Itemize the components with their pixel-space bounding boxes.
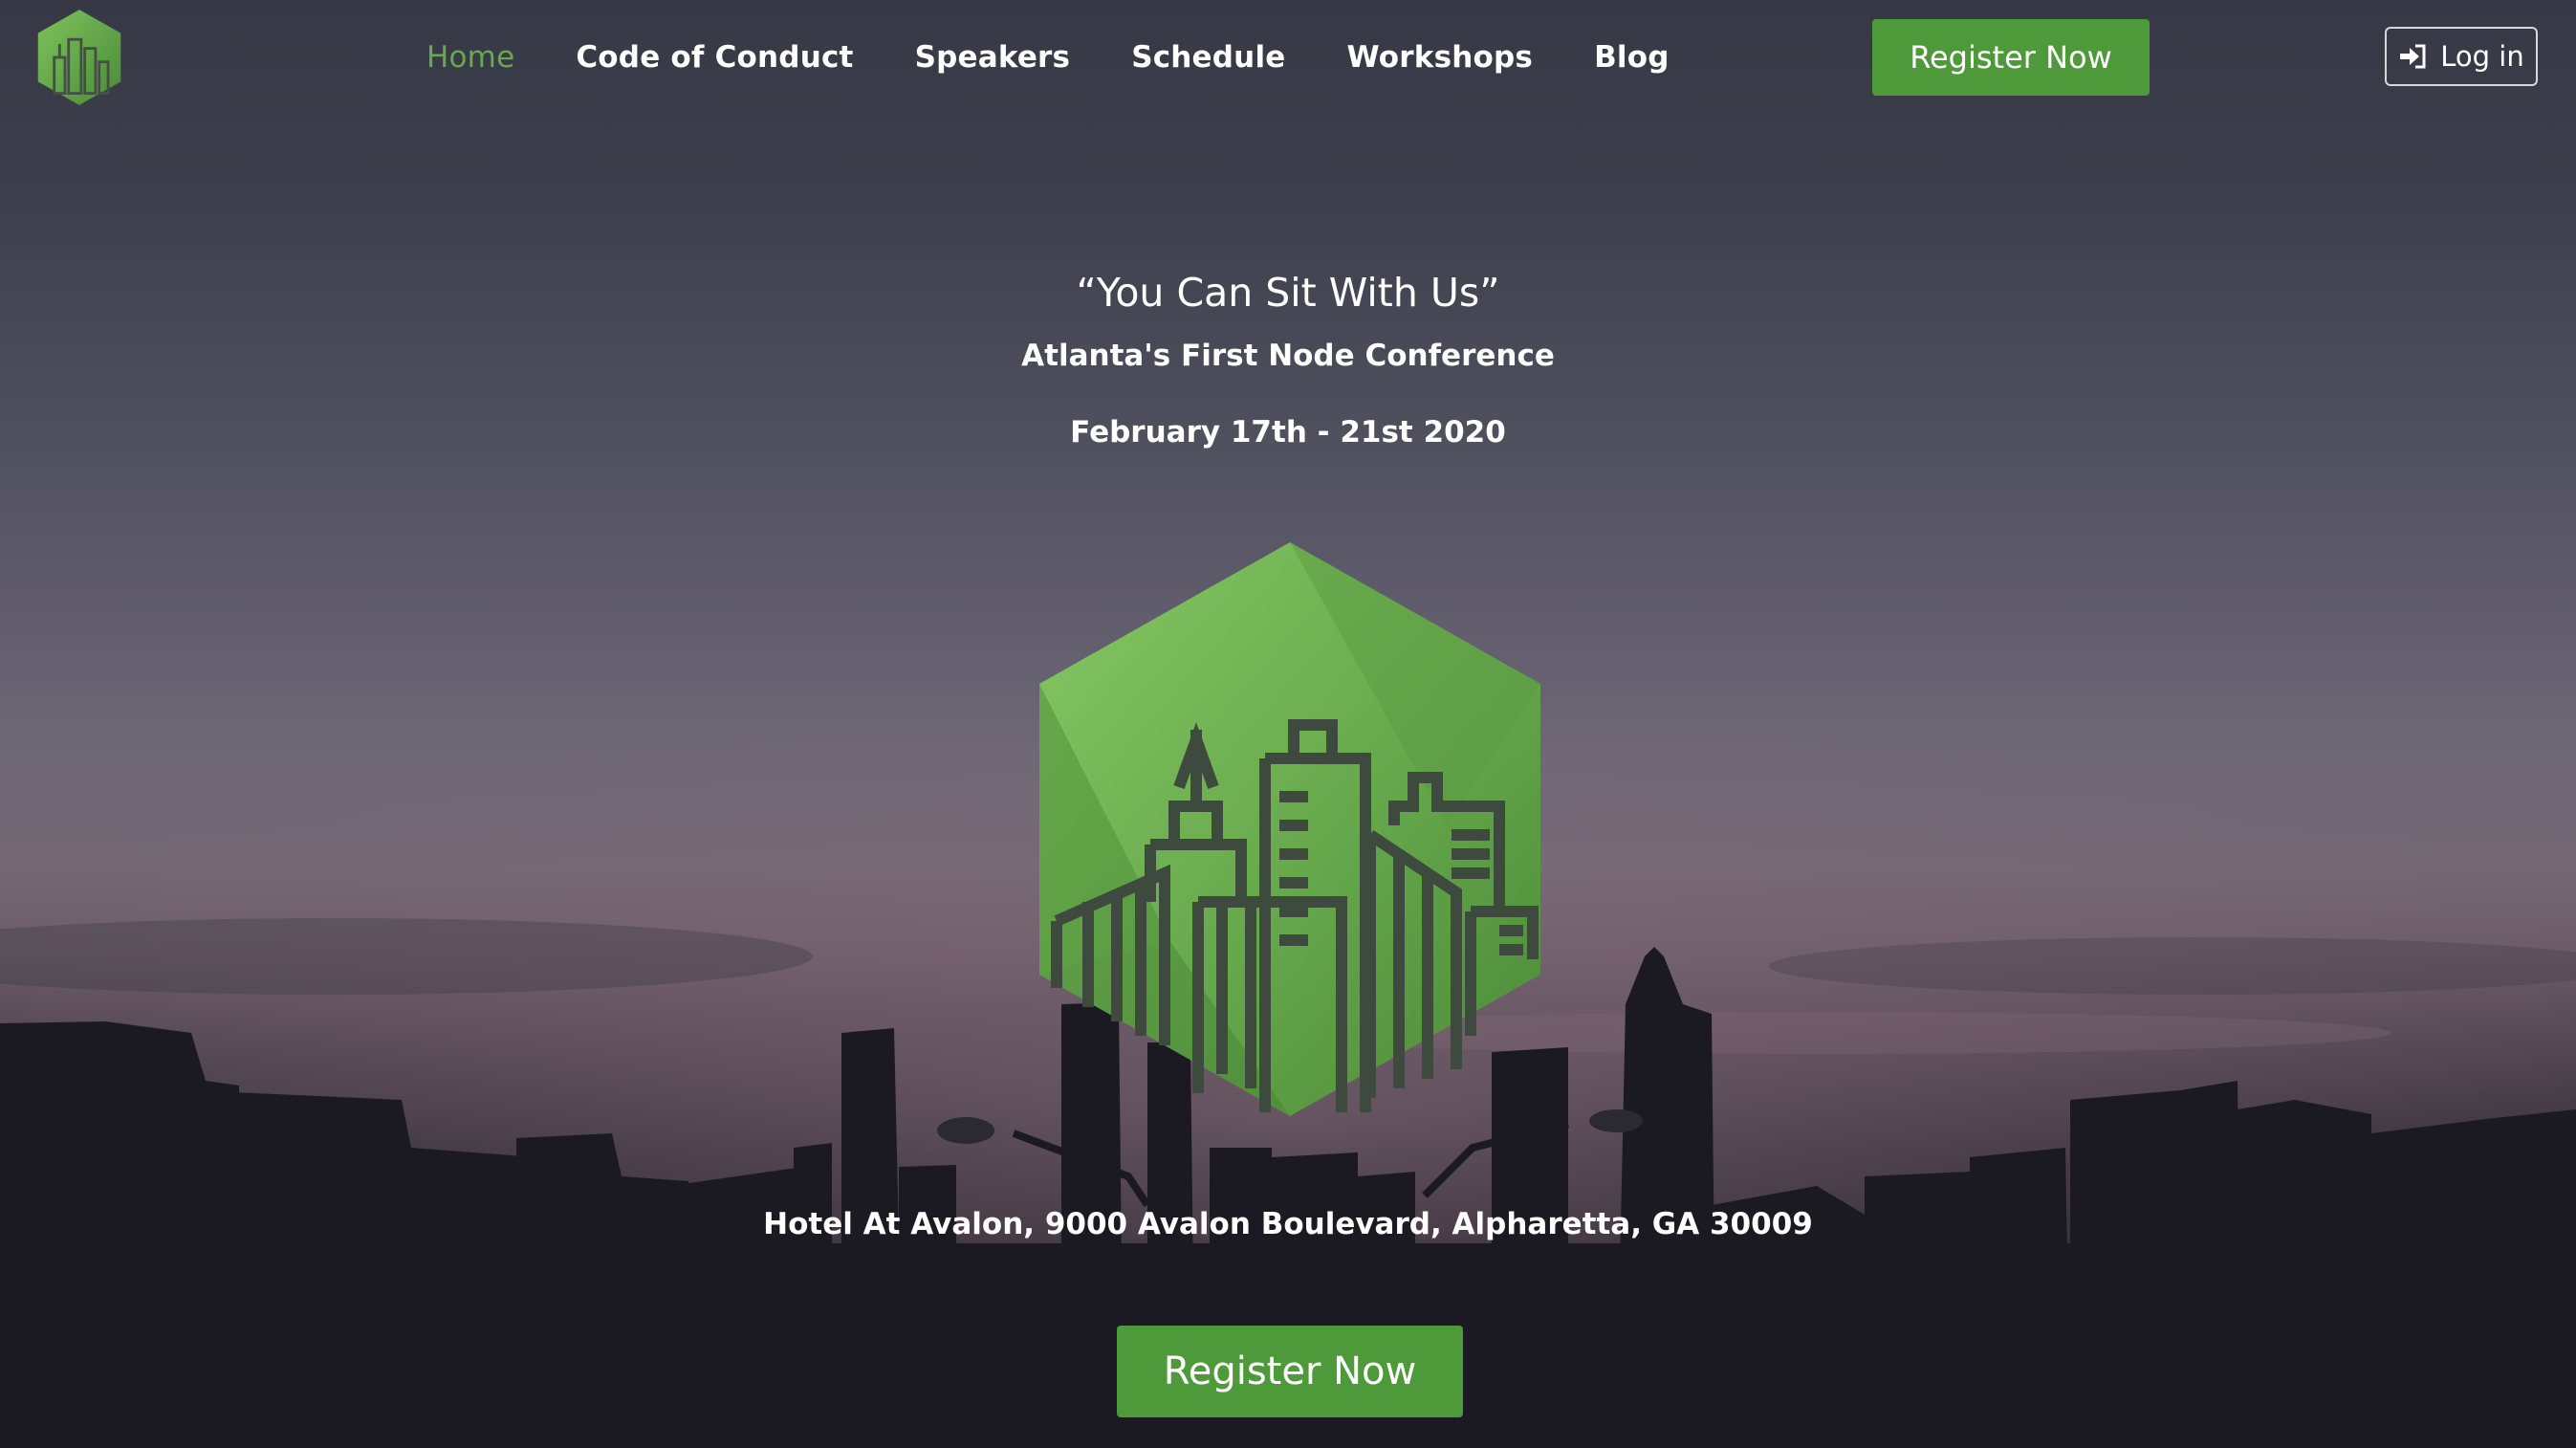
nav-link-home[interactable]: Home [426,40,514,75]
nav-link-blog[interactable]: Blog [1594,40,1670,75]
venue-address: Hotel At Avalon, 9000 Avalon Boulevard, … [763,1207,1813,1241]
city-hexagon-logo-icon [1039,542,1540,1116]
login-button[interactable]: Log in [2385,27,2538,86]
hero-title: “You Can Sit With Us” [1076,270,1500,316]
nav-link-workshops[interactable]: Workshops [1347,40,1534,75]
nav-links: Home Code of Conduct Speakers Schedule W… [426,29,1731,86]
nav-link-schedule[interactable]: Schedule [1131,40,1285,75]
sign-in-icon [2400,44,2426,69]
nav-register-button[interactable]: Register Now [1872,19,2150,96]
hero-register-button[interactable]: Register Now [1117,1326,1463,1417]
city-hexagon-logo-icon[interactable] [34,8,124,107]
nav-link-speakers[interactable]: Speakers [915,40,1071,75]
hero-date: February 17th - 21st 2020 [1070,415,1506,450]
top-navbar: Home Code of Conduct Speakers Schedule W… [0,0,2576,115]
hero-subtitle: Atlanta's First Node Conference [1021,339,1555,373]
nav-link-code-of-conduct[interactable]: Code of Conduct [576,40,853,75]
login-label: Log in [2440,40,2524,73]
